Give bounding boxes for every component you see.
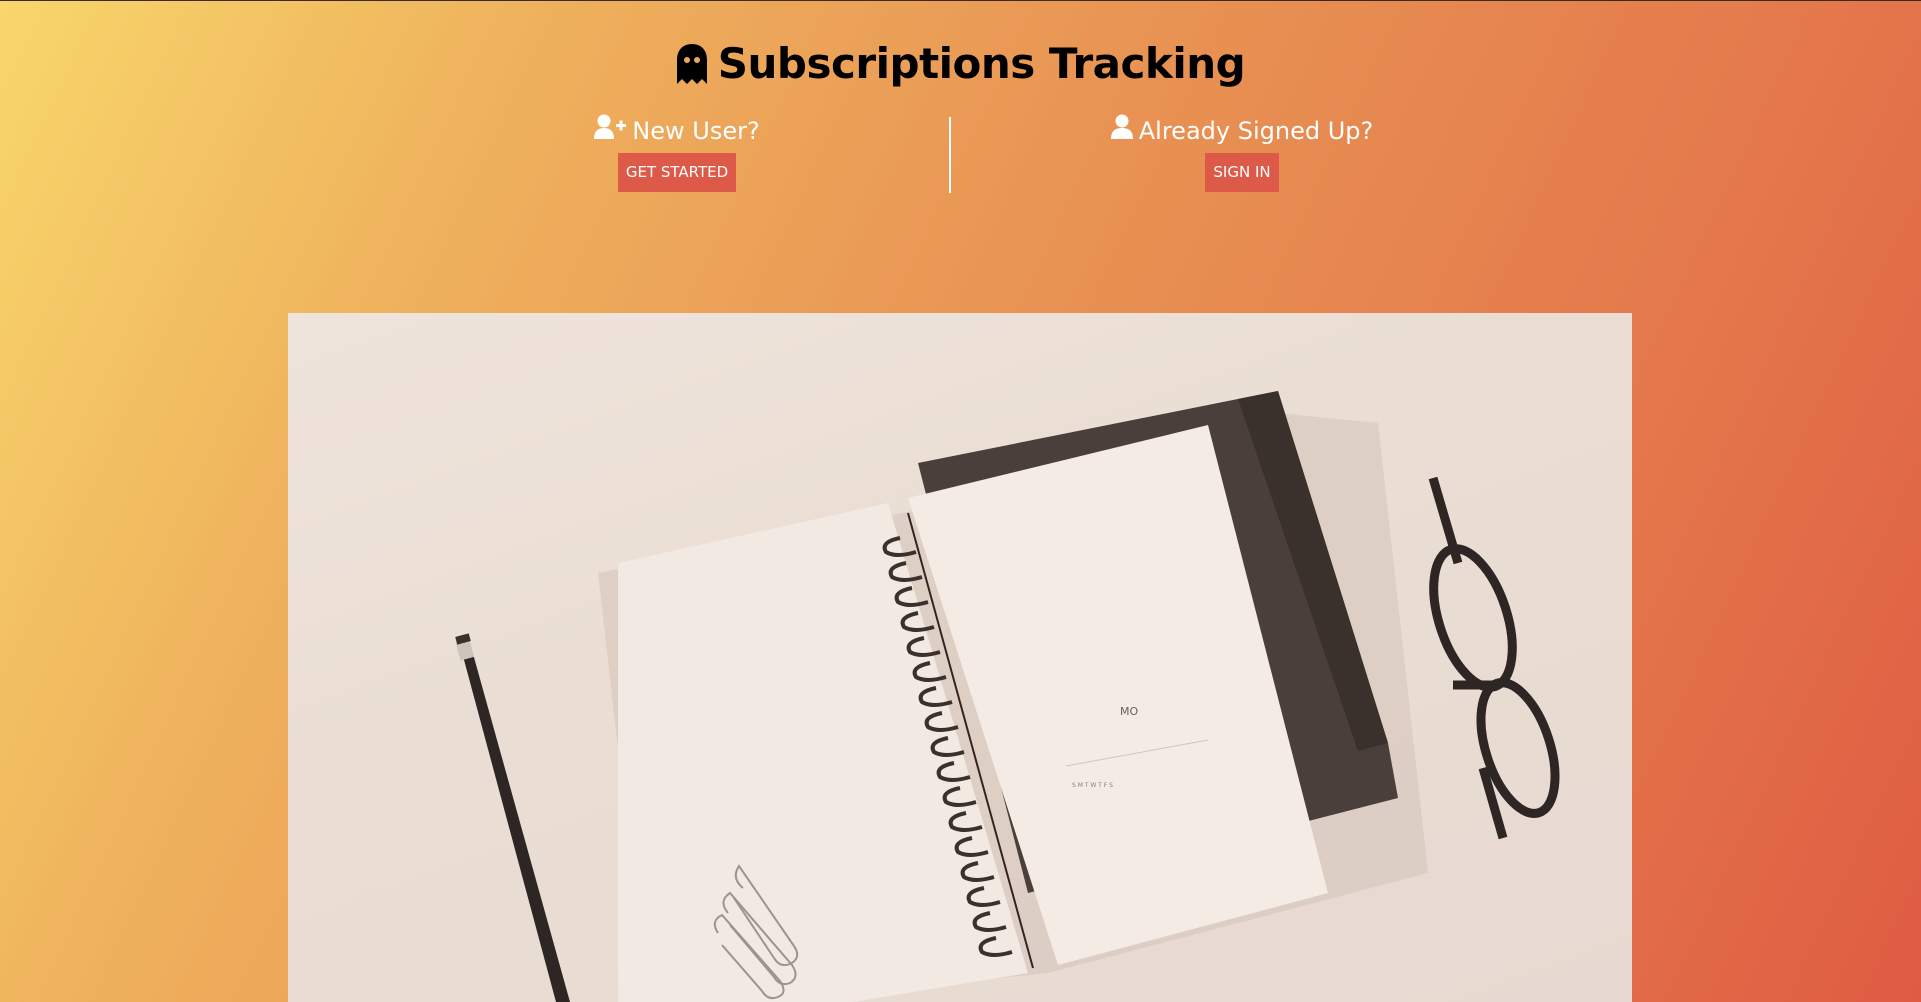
top-border xyxy=(0,0,1921,1)
existing-user-section: Already Signed Up? SIGN IN xyxy=(1082,114,1402,192)
page-title: Subscriptions Tracking xyxy=(717,39,1246,88)
sign-in-button[interactable]: SIGN IN xyxy=(1205,153,1279,192)
hero-image: MO S M T W T F S xyxy=(288,313,1632,1002)
header: Subscriptions Tracking xyxy=(0,38,1921,90)
new-user-label: New User? xyxy=(632,117,760,145)
get-started-button[interactable]: GET STARTED xyxy=(617,153,737,192)
user-icon xyxy=(1110,114,1133,149)
calendar-month-text: MO xyxy=(1120,705,1138,718)
existing-user-label: Already Signed Up? xyxy=(1138,117,1374,145)
existing-user-heading: Already Signed Up? xyxy=(1110,114,1374,149)
ghost-icon xyxy=(676,43,708,85)
glasses xyxy=(1428,476,1560,840)
pencil xyxy=(455,633,570,1002)
new-user-section: New User? GET STARTED xyxy=(528,114,826,192)
section-divider xyxy=(949,117,951,193)
new-user-heading: New User? xyxy=(594,114,760,149)
user-plus-icon xyxy=(594,114,627,149)
calendar-weekdays-text: S M T W T F S xyxy=(1072,782,1113,789)
